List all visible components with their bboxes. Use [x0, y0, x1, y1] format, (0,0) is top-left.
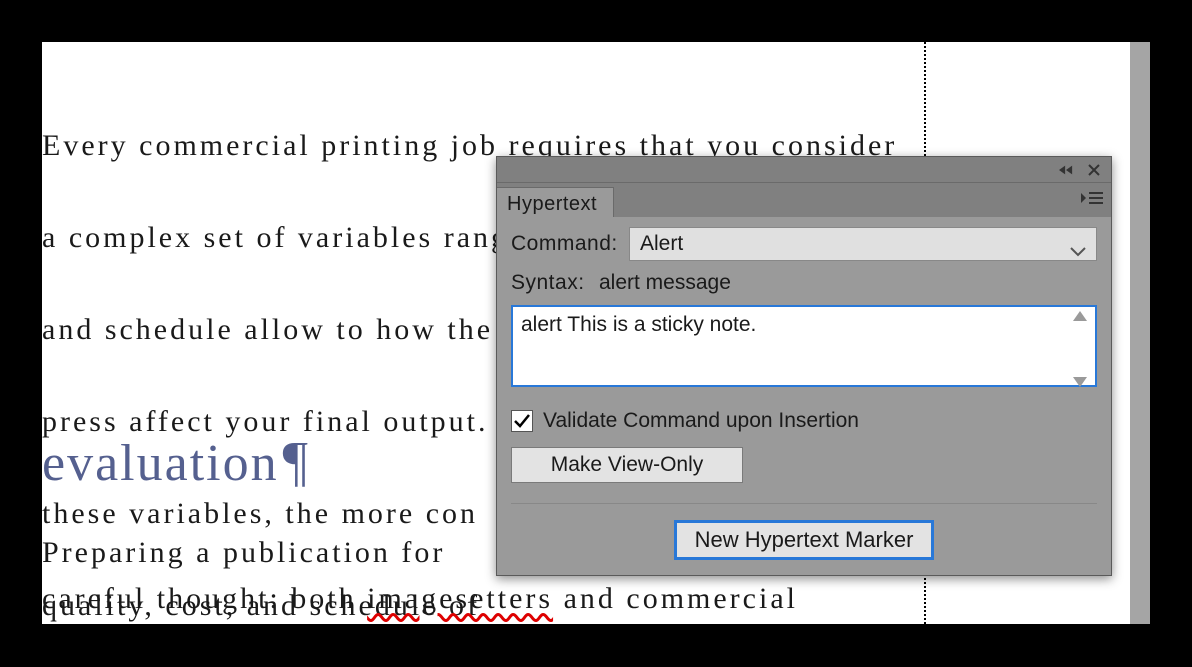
panel-tabbar: Hypertext — [497, 183, 1111, 217]
misspelled-word[interactable]: imagesetters — [367, 582, 553, 615]
panel-body: Command: Alert Syntax: alert message — [497, 217, 1111, 575]
validate-label: Validate Command upon Insertion — [543, 409, 859, 433]
chevron-down-icon — [1070, 239, 1086, 249]
para1-line3: and schedule allow to how the — [42, 313, 493, 346]
vertical-scrollbar[interactable] — [1130, 42, 1150, 624]
syntax-value: alert message — [599, 271, 731, 295]
para2-line2a: careful thought: both — [42, 582, 367, 615]
make-view-only-button[interactable]: Make View-Only — [511, 447, 743, 483]
tab-hypertext[interactable]: Hypertext — [497, 187, 614, 217]
primary-button-row: New Hypertext Marker — [511, 520, 1097, 560]
validate-checkbox[interactable] — [511, 410, 533, 432]
validate-checkbox-row: Validate Command upon Insertion — [511, 409, 1097, 433]
syntax-row: Syntax: alert message — [511, 271, 1097, 295]
command-textarea-wrapper — [511, 305, 1097, 393]
para2-line1: Preparing a publication for — [42, 536, 445, 569]
pilcrow-icon: ¶ — [283, 431, 310, 493]
tab-label: Hypertext — [507, 193, 597, 215]
hypertext-panel: Hypertext Command: Alert Syntax: alert m… — [496, 156, 1112, 576]
close-icon[interactable] — [1087, 163, 1101, 177]
section-heading[interactable]: evaluation¶ — [42, 430, 310, 494]
syntax-label: Syntax: — [511, 271, 589, 295]
command-label: Command: — [511, 232, 619, 256]
para1-line5: these variables, the more con — [42, 497, 478, 530]
make-view-only-label: Make View-Only — [551, 453, 704, 476]
panel-titlebar[interactable] — [497, 157, 1111, 183]
para2-line2b: and commercial — [553, 582, 798, 615]
collapse-icon[interactable] — [1059, 163, 1073, 177]
new-hypertext-marker-button[interactable]: New Hypertext Marker — [674, 520, 935, 560]
command-row: Command: Alert — [511, 227, 1097, 261]
panel-menu-icon[interactable] — [1081, 189, 1103, 207]
command-dropdown-value: Alert — [640, 232, 683, 256]
heading-text: evaluation — [42, 435, 279, 492]
primary-button-label: New Hypertext Marker — [695, 527, 914, 552]
command-textarea[interactable] — [511, 305, 1097, 387]
panel-separator — [511, 503, 1097, 504]
command-dropdown[interactable]: Alert — [629, 227, 1097, 261]
